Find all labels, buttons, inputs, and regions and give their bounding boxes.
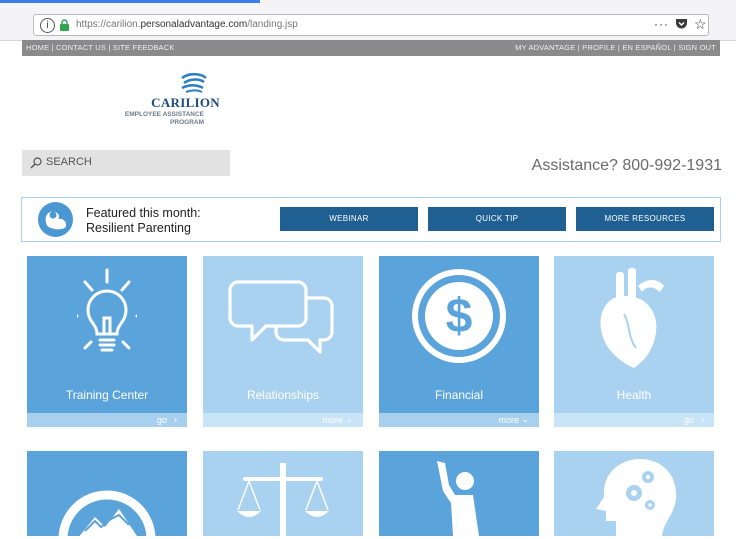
logo-name: CARILION [151,95,220,110]
tile-training-center[interactable]: Training Center go › [27,256,187,427]
dollar-icon: $ [412,269,506,363]
pocket-icon[interactable] [675,18,688,30]
svg-text:$: $ [446,290,473,343]
nav-right-links[interactable]: MY ADVANTAGE | PROFILE | EN ESPAÑOL | SI… [515,42,716,54]
tile-action[interactable]: more ⌄ [498,414,529,425]
tile-action[interactable]: go › [157,414,177,425]
featured-topic[interactable]: Resilient Parenting [86,221,191,235]
scales-icon [237,463,329,536]
head-gears-icon [596,459,677,536]
parenting-icon [38,202,73,237]
tile-wellness[interactable] [379,451,539,536]
tile-action[interactable]: go › [684,414,704,425]
bookmark-star-icon[interactable]: ☆ [694,16,707,33]
search-label: SEARCH [46,156,92,168]
assistance-phone: Assistance? 800-992-1931 [531,157,722,174]
tile-label: Financial [434,388,484,402]
tile-action-strip[interactable]: go › [554,413,714,427]
featured-heading: Featured this month: [86,206,201,220]
quick-tip-button[interactable]: QUICK TIP [428,207,566,231]
carilion-logo-icon [181,72,207,93]
tile-label: Health [616,388,652,402]
search-icon [30,157,42,169]
heart-icon [600,268,664,368]
tile-action-strip[interactable]: go › [27,413,187,427]
mountain-icon [58,490,156,539]
person-cheering-icon [437,461,479,536]
active-tab-indicator [0,0,260,3]
tile-label: Relationships [246,388,320,402]
tile-action-strip[interactable]: more ⌄ [203,413,363,427]
site-nav-bar: HOME | CONTACT US | SITE FEEDBACK MY ADV… [22,40,720,56]
tile-mental-health[interactable] [554,451,714,536]
url-text[interactable]: https://carilion.personaladvantage.com/l… [76,18,298,32]
address-bar[interactable]: i https://carilion.personaladvantage.com… [33,14,709,36]
tile-financial[interactable]: $ Financial more ⌄ [379,256,539,427]
more-actions-icon[interactable]: ··· [654,17,669,31]
logo-subtitle-line1: EMPLOYEE ASSISTANCE [124,111,204,118]
tile-relationships[interactable]: Relationships more ⌄ [203,256,363,427]
speech-bubbles-icon [228,280,334,354]
tile-label: Training Center [65,388,149,402]
tile-health[interactable]: Health go › [554,256,714,427]
tile-action[interactable]: more ⌄ [322,414,353,425]
tile-action-strip[interactable]: more ⌄ [379,413,539,427]
more-resources-button[interactable]: MORE RESOURCES [576,207,714,231]
webinar-button[interactable]: WEBINAR [280,207,418,231]
info-icon[interactable]: i [40,18,55,33]
tile-mountain[interactable] [27,451,187,539]
lightbulb-icon [77,268,137,352]
featured-banner: Featured this month: Resilient Parenting… [21,197,721,242]
lock-icon [60,19,69,31]
tile-legal[interactable] [203,451,363,536]
logo-subtitle-line2: PROGRAM [170,119,204,126]
nav-left-links[interactable]: HOME | CONTACT US | SITE FEEDBACK [26,42,175,54]
search-input[interactable]: SEARCH [22,150,230,176]
